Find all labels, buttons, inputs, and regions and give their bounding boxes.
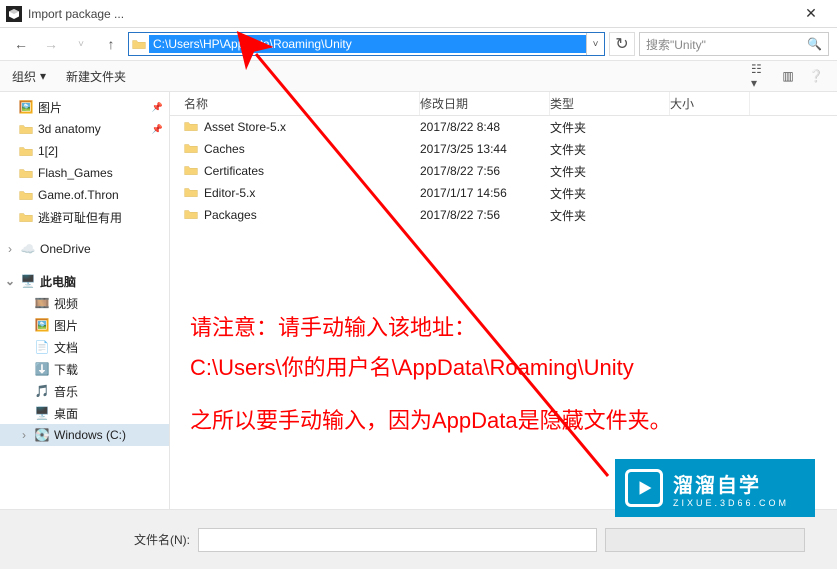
- col-type[interactable]: 类型: [550, 92, 670, 115]
- folder-icon: [184, 207, 198, 224]
- doc-icon: 📄: [34, 340, 50, 354]
- up-chevron-icon[interactable]: ˅: [68, 32, 94, 56]
- up-button[interactable]: ↑: [98, 32, 124, 56]
- folder-icon: [18, 122, 34, 136]
- tree-item[interactable]: ⬇️下载: [0, 358, 169, 380]
- list-item[interactable]: Certificates2017/8/22 7:56文件夹: [170, 160, 837, 182]
- navigation-tree[interactable]: 🖼️图片 3d anatomy 1[2] Flash_Games Game.of…: [0, 92, 170, 509]
- tree-item[interactable]: Flash_Games: [0, 162, 169, 184]
- badge-subtitle: ZIXUE.3D66.COM: [673, 498, 789, 508]
- list-header[interactable]: 名称 修改日期 类型 大小: [170, 92, 837, 116]
- folder-icon: [184, 185, 198, 202]
- video-icon: 🎞️: [34, 296, 50, 310]
- drive-icon: 💽: [34, 428, 50, 442]
- tree-item[interactable]: 逃避可耻但有用: [0, 206, 169, 228]
- list-item[interactable]: Packages2017/8/22 7:56文件夹: [170, 204, 837, 226]
- search-box[interactable]: 搜索"Unity" 🔍: [639, 32, 829, 56]
- refresh-button[interactable]: ↻: [609, 32, 635, 56]
- search-icon: 🔍: [807, 37, 822, 51]
- filename-input[interactable]: [198, 528, 597, 552]
- tree-item[interactable]: 📄文档: [0, 336, 169, 358]
- filename-label: 文件名(N):: [134, 531, 190, 548]
- tree-item[interactable]: ›💽Windows (C:): [0, 424, 169, 446]
- tree-item[interactable]: 🖥️桌面: [0, 402, 169, 424]
- folder-icon: [18, 188, 34, 202]
- search-placeholder: 搜索"Unity": [646, 36, 706, 53]
- folder-icon: [129, 37, 149, 51]
- file-list: 名称 修改日期 类型 大小 Asset Store-5.x2017/8/22 8…: [170, 92, 837, 509]
- view-options-button[interactable]: ☷ ▾: [751, 67, 769, 85]
- watermark-badge: 溜溜自学 ZIXUE.3D66.COM: [615, 459, 815, 517]
- list-item[interactable]: Asset Store-5.x2017/8/22 8:48文件夹: [170, 116, 837, 138]
- help-button[interactable]: ❔: [807, 67, 825, 85]
- music-icon: 🎵: [34, 384, 50, 398]
- list-item[interactable]: Caches2017/3/25 13:44文件夹: [170, 138, 837, 160]
- col-name[interactable]: 名称: [170, 92, 420, 115]
- tree-item[interactable]: 🎞️视频: [0, 292, 169, 314]
- onedrive-icon: ☁️: [20, 242, 36, 256]
- picture-icon: 🖼️: [34, 318, 50, 332]
- list-item[interactable]: Editor-5.x2017/1/17 14:56文件夹: [170, 182, 837, 204]
- window-title: Import package ...: [28, 7, 124, 21]
- preview-pane-button[interactable]: ▥: [779, 67, 797, 85]
- folder-icon: [18, 144, 34, 158]
- close-button[interactable]: ✕: [791, 0, 831, 27]
- tree-item[interactable]: 🎵音乐: [0, 380, 169, 402]
- address-dropdown-icon[interactable]: ˅: [586, 33, 604, 55]
- picture-icon: 🖼️: [18, 100, 34, 114]
- badge-title: 溜溜自学: [673, 469, 789, 498]
- organize-menu[interactable]: 组织 ▾: [12, 68, 46, 85]
- annotation-overlay: 请注意：请手动输入该地址： C:\Users\你的用户名\AppData\Roa…: [190, 308, 830, 441]
- address-input[interactable]: [149, 35, 586, 53]
- folder-icon: [184, 141, 198, 158]
- back-button[interactable]: ←: [8, 32, 34, 56]
- tree-item[interactable]: 3d anatomy: [0, 118, 169, 140]
- annotation-line: C:\Users\你的用户名\AppData\Roaming\Unity: [190, 348, 830, 388]
- col-date[interactable]: 修改日期: [420, 92, 550, 115]
- main-area: 🖼️图片 3d anatomy 1[2] Flash_Games Game.of…: [0, 92, 837, 509]
- folder-icon: [18, 210, 34, 224]
- tree-item[interactable]: 🖼️图片: [0, 314, 169, 336]
- folder-icon: [184, 163, 198, 180]
- tree-item[interactable]: 1[2]: [0, 140, 169, 162]
- pc-icon: 🖥️: [20, 274, 36, 288]
- tree-group-pc[interactable]: ⌄🖥️此电脑: [0, 270, 169, 292]
- play-icon: [625, 469, 663, 507]
- bottom-bar: 文件名(N):: [0, 509, 837, 569]
- address-bar[interactable]: ˅: [128, 32, 605, 56]
- tree-group-onedrive[interactable]: ›☁️OneDrive: [0, 238, 169, 260]
- tree-item[interactable]: 🖼️图片: [0, 96, 169, 118]
- annotation-line: 之所以要手动输入，因为AppData是隐藏文件夹。: [190, 401, 830, 441]
- annotation-line: 请注意：请手动输入该地址：: [190, 308, 830, 348]
- folder-icon: [184, 119, 198, 136]
- file-type-filter[interactable]: [605, 528, 805, 552]
- tree-item[interactable]: Game.of.Thron: [0, 184, 169, 206]
- app-icon: [6, 6, 22, 22]
- forward-button[interactable]: →: [38, 32, 64, 56]
- toolbar: 组织 ▾ 新建文件夹 ☷ ▾ ▥ ❔: [0, 60, 837, 92]
- desktop-icon: 🖥️: [34, 406, 50, 420]
- folder-icon: [18, 166, 34, 180]
- download-icon: ⬇️: [34, 362, 50, 376]
- new-folder-button[interactable]: 新建文件夹: [66, 68, 126, 85]
- nav-bar: ← → ˅ ↑ ˅ ↻ 搜索"Unity" 🔍: [0, 28, 837, 60]
- title-bar: Import package ... ✕: [0, 0, 837, 28]
- col-size[interactable]: 大小: [670, 92, 750, 115]
